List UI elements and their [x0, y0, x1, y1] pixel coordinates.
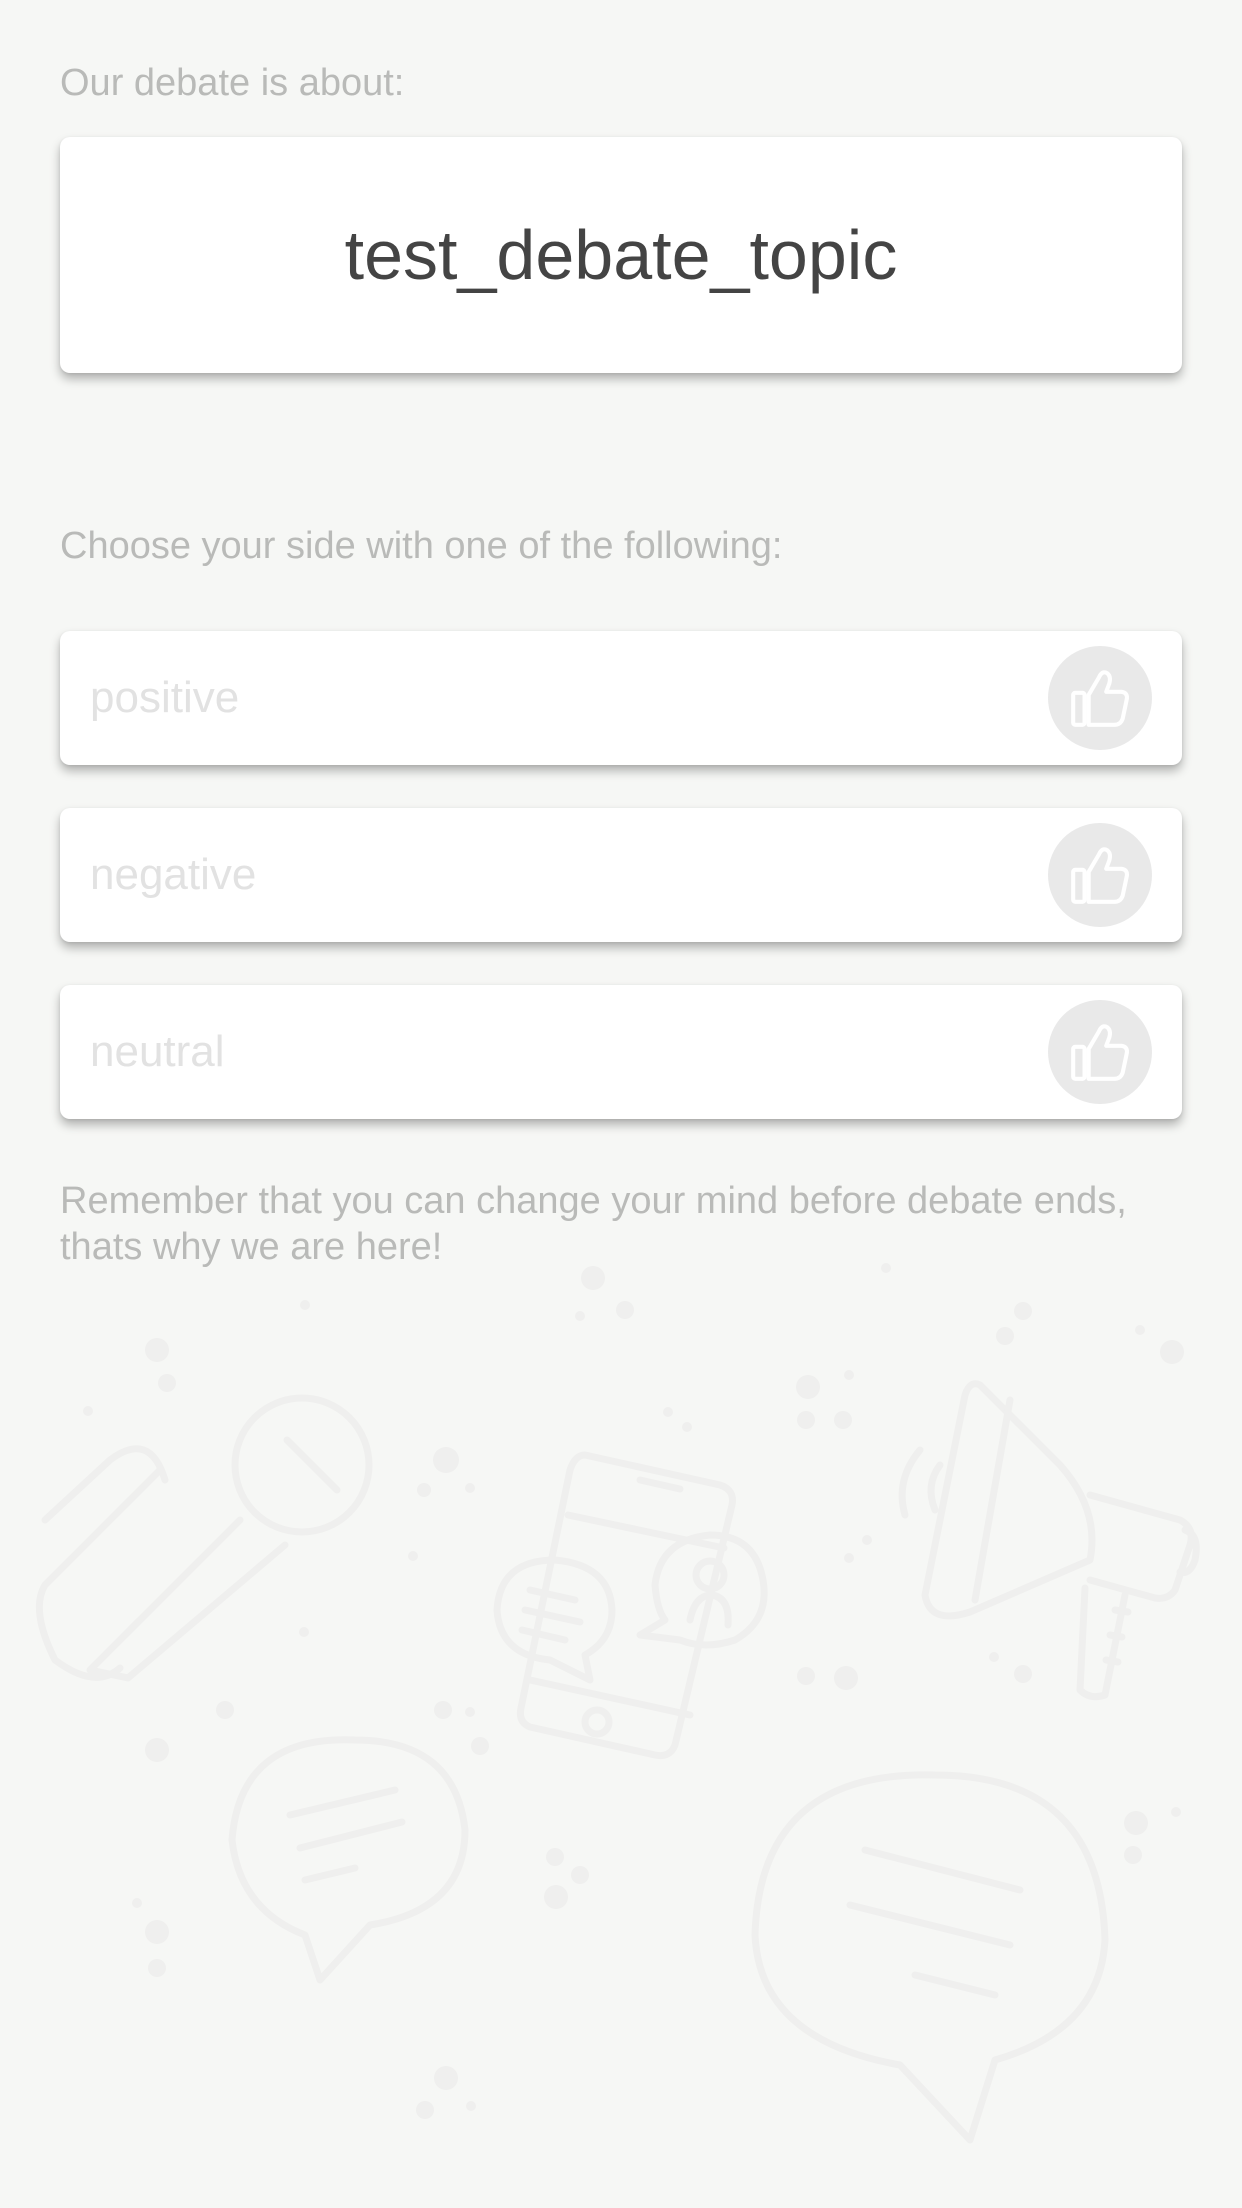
microphone-icon: [35, 1394, 373, 1682]
option-label-neutral: neutral: [90, 1027, 225, 1076]
topic-title: test_debate_topic: [344, 216, 898, 294]
speech-bubble-icon: [228, 1736, 469, 1984]
option-positive[interactable]: positive: [60, 631, 1182, 765]
vote-negative-button[interactable]: [1048, 823, 1152, 927]
thumbs-up-icon: [1071, 1024, 1130, 1081]
option-label-negative: negative: [90, 850, 257, 899]
vote-positive-button[interactable]: [1048, 646, 1152, 750]
megaphone-icon: [898, 1380, 1200, 1701]
vote-neutral-button[interactable]: [1048, 1000, 1152, 1104]
speech-bubble-large-icon: [751, 1771, 1109, 2144]
change-mind-note: Remember that you can change your mind b…: [60, 1180, 1127, 1268]
option-neutral[interactable]: neutral: [60, 985, 1182, 1119]
debate-side-screen: Our debate is about: test_debate_topic C…: [0, 0, 1242, 2208]
topic-card: test_debate_topic: [60, 137, 1182, 373]
option-negative[interactable]: negative: [60, 808, 1182, 942]
option-label-positive: positive: [90, 673, 240, 722]
thumbs-up-icon: [1071, 847, 1130, 904]
topic-intro-label: Our debate is about:: [60, 62, 405, 104]
phone-chat-icon: [493, 1451, 768, 1759]
thumbs-up-icon: [1071, 670, 1130, 727]
choose-side-label: Choose your side with one of the followi…: [60, 525, 783, 567]
